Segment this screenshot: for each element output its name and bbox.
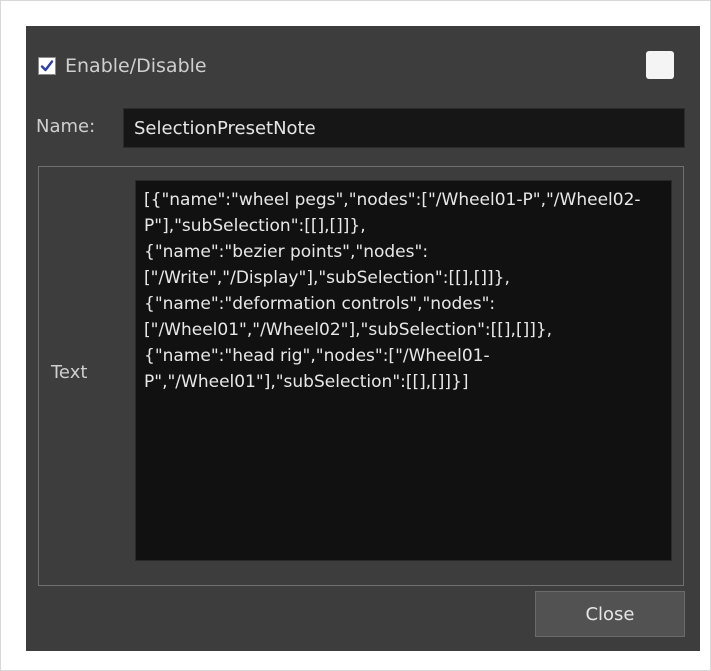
- checkmark-icon: [40, 60, 54, 72]
- note-dialog: Enable/Disable Name: Text [{"name":"whee…: [26, 26, 700, 651]
- screenshot-frame: Enable/Disable Name: Text [{"name":"whee…: [0, 0, 711, 671]
- enable-row[interactable]: Enable/Disable: [38, 54, 207, 78]
- close-button[interactable]: Close: [535, 591, 685, 637]
- text-group: Text [{"name":"wheel pegs","nodes":["/Wh…: [38, 166, 684, 586]
- name-input[interactable]: [123, 108, 685, 148]
- enable-label: Enable/Disable: [65, 55, 207, 77]
- enable-checkbox[interactable]: [38, 57, 56, 75]
- text-area[interactable]: [{"name":"wheel pegs","nodes":["/Wheel01…: [135, 180, 672, 561]
- name-label: Name:: [36, 116, 96, 137]
- color-swatch-button[interactable]: [646, 51, 674, 79]
- text-label: Text: [51, 362, 88, 383]
